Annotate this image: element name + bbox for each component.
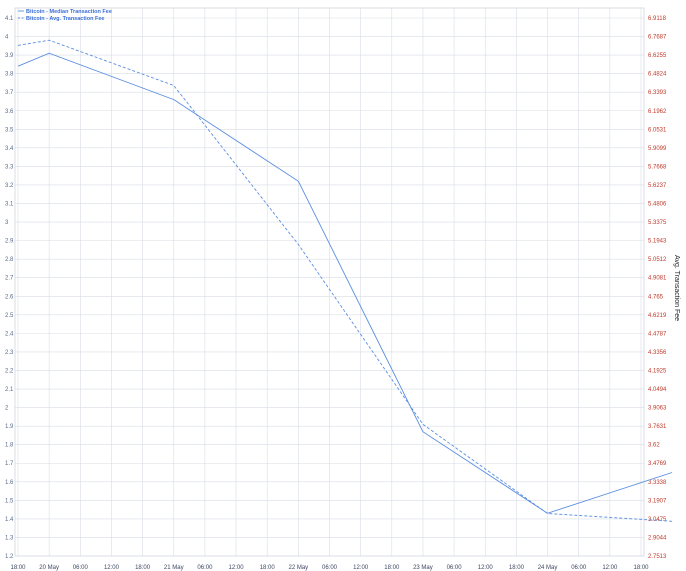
left-tick-label: 2.1 bbox=[5, 387, 14, 393]
left-tick-label: 2.9 bbox=[5, 239, 14, 245]
right-tick-label: 5.0512 bbox=[648, 257, 667, 263]
x-tick-label: 18:00 bbox=[509, 565, 525, 571]
left-tick-label: 3.9 bbox=[5, 53, 14, 59]
legend-label-median[interactable]: Bitcoin - Median Transaction Fee bbox=[26, 9, 112, 15]
left-tick-label: 1.4 bbox=[5, 517, 14, 523]
right-tick-label: 3.9063 bbox=[648, 406, 667, 412]
right-tick-label: 4.9081 bbox=[648, 276, 667, 282]
left-tick-label: 2.7 bbox=[5, 276, 14, 282]
right-tick-label: 6.3393 bbox=[648, 90, 667, 96]
right-tick-label: 3.1907 bbox=[648, 498, 667, 504]
right-tick-label: 4.4787 bbox=[648, 331, 667, 337]
right-axis-title: Avg. Transaction Fee bbox=[673, 255, 680, 321]
right-tick-label: 3.4769 bbox=[648, 461, 667, 467]
x-tick-label: 18:00 bbox=[384, 565, 400, 571]
left-tick-label: 4.1 bbox=[5, 16, 14, 22]
left-tick-label: 3.5 bbox=[5, 127, 14, 133]
x-tick-label: 24 May bbox=[538, 565, 558, 571]
x-tick-label: 12:00 bbox=[229, 565, 245, 571]
right-axis-ticks: 6.9118 6.7687 6.6255 6.4824 6.3393 6.1962 6.05… bbox=[648, 16, 667, 560]
x-tick-label: 18:00 bbox=[135, 565, 151, 571]
x-tick-label: 23 May bbox=[413, 565, 433, 571]
left-tick-label: 1.7 bbox=[5, 461, 14, 467]
right-tick-label: 6.9118 bbox=[648, 16, 667, 22]
right-tick-label: 4.0494 bbox=[648, 387, 667, 393]
left-tick-label: 2.8 bbox=[5, 257, 14, 263]
left-tick-label: 1.8 bbox=[5, 443, 14, 449]
right-tick-label: 3.7631 bbox=[648, 424, 667, 430]
right-tick-label: 6.1962 bbox=[648, 109, 667, 115]
left-tick-label: 3.7 bbox=[5, 90, 14, 96]
x-tick-label: 06:00 bbox=[73, 565, 89, 571]
left-tick-label: 2.2 bbox=[5, 368, 14, 374]
x-tick-label: 06:00 bbox=[197, 565, 213, 571]
x-tick-label: 06:00 bbox=[571, 565, 587, 571]
x-tick-label: 12:00 bbox=[104, 565, 120, 571]
left-tick-label: 2.5 bbox=[5, 313, 14, 319]
right-tick-label: 6.6255 bbox=[648, 53, 667, 59]
left-tick-label: 3.1 bbox=[5, 202, 14, 208]
right-tick-label: 4.6219 bbox=[648, 313, 667, 319]
left-tick-label: 1.3 bbox=[5, 535, 14, 541]
left-tick-label: 2.4 bbox=[5, 331, 14, 337]
left-tick-label: 3.6 bbox=[5, 109, 14, 115]
x-tick-label: 18:00 bbox=[260, 565, 276, 571]
legend[interactable]: Bitcoin - Median Transaction Fee Bitcoin… bbox=[18, 9, 112, 22]
left-tick-label: 4 bbox=[5, 35, 9, 41]
x-tick-label: 12:00 bbox=[478, 565, 494, 571]
right-tick-label: 5.6237 bbox=[648, 183, 667, 189]
x-tick-label: 18:00 bbox=[633, 565, 649, 571]
right-tick-label: 4.765 bbox=[648, 294, 664, 300]
x-tick-label: 12:00 bbox=[602, 565, 618, 571]
right-tick-label: 5.7668 bbox=[648, 164, 667, 170]
x-tick-label: 06:00 bbox=[322, 565, 338, 571]
x-axis-ticks: 18:00 20 May 06:00 12:00 18:00 21 May 06:00 12:… bbox=[10, 565, 649, 571]
right-tick-label: 4.3356 bbox=[648, 350, 667, 356]
x-tick-label: 18:00 bbox=[10, 565, 26, 571]
right-tick-label: 3.62 bbox=[648, 443, 660, 449]
left-tick-label: 1.2 bbox=[5, 554, 14, 560]
right-tick-label: 2.7513 bbox=[648, 554, 667, 560]
right-tick-label: 6.4824 bbox=[648, 72, 667, 78]
x-tick-label: 22 May bbox=[289, 565, 309, 571]
right-tick-label: 5.4806 bbox=[648, 202, 667, 208]
x-tick-label: 21 May bbox=[164, 565, 184, 571]
right-tick-label: 6.7687 bbox=[648, 35, 667, 41]
x-tick-label: 12:00 bbox=[353, 565, 369, 571]
right-tick-label: 4.1925 bbox=[648, 368, 667, 374]
left-tick-label: 1.5 bbox=[5, 498, 14, 504]
left-tick-label: 2.6 bbox=[5, 294, 14, 300]
left-tick-label: 2 bbox=[5, 406, 9, 412]
right-tick-label: 5.9099 bbox=[648, 146, 667, 152]
right-tick-label: 5.3375 bbox=[648, 220, 667, 226]
x-tick-label: 06:00 bbox=[447, 565, 463, 571]
right-tick-label: 5.1943 bbox=[648, 239, 667, 245]
left-tick-label: 3.8 bbox=[5, 72, 14, 78]
right-tick-label: 6.0531 bbox=[648, 127, 667, 133]
right-tick-label: 3.3338 bbox=[648, 480, 667, 486]
left-tick-label: 1.6 bbox=[5, 480, 14, 486]
left-tick-label: 1.9 bbox=[5, 424, 14, 430]
left-axis-ticks: 4.1 4 3.9 3.8 3.7 3.6 3.5 3.4 3.3 3.2 3.1 3 2.9 2.8 2.… bbox=[5, 16, 14, 560]
left-tick-label: 3 bbox=[5, 220, 9, 226]
fee-line-chart: 4.1 4 3.9 3.8 3.7 3.6 3.5 3.4 3.3 3.2 3.1 3 2.9 2.8 2.… bbox=[5, 7, 680, 571]
right-tick-label: 2.9044 bbox=[648, 535, 667, 541]
x-tick-label: 20 May bbox=[39, 565, 59, 571]
left-tick-label: 3.2 bbox=[5, 183, 14, 189]
legend-label-avg[interactable]: Bitcoin - Avg. Transaction Fee bbox=[26, 16, 104, 22]
left-tick-label: 2.3 bbox=[5, 350, 14, 356]
left-tick-label: 3.3 bbox=[5, 164, 14, 170]
left-tick-label: 3.4 bbox=[5, 146, 14, 152]
